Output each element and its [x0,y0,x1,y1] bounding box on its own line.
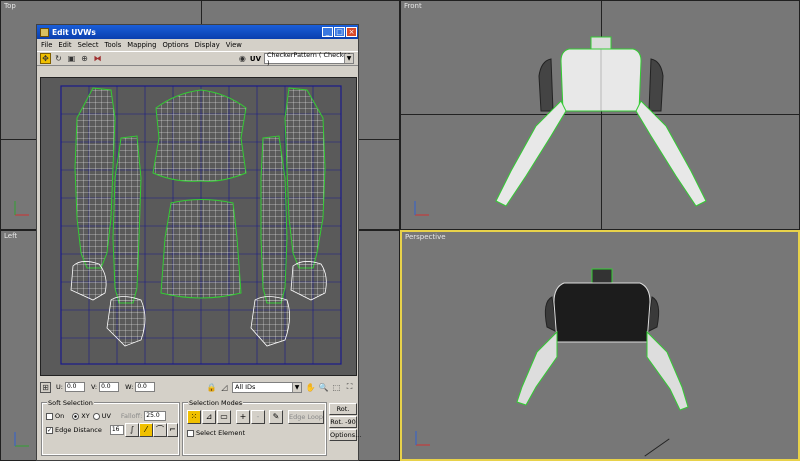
edge-mode-icon[interactable]: ⊿ [202,410,216,424]
move-icon[interactable]: ✥ [40,53,51,64]
falloff-linear-icon[interactable]: ∫ [125,423,139,437]
show-map-icon[interactable]: ◉ [237,53,248,64]
freeform-icon[interactable]: ⊕ [79,53,90,64]
u-value-field[interactable]: 0.0 [64,382,85,392]
xy-label: XY [81,412,90,420]
absolute-offset-icon[interactable]: ⊞ [40,381,51,393]
pan-icon[interactable]: ✋ [305,382,316,393]
texture-dropdown[interactable]: CheckerPattern ( Checker ) ▼ [264,50,354,67]
menu-select[interactable]: Select [78,41,99,49]
menu-display[interactable]: Display [195,41,220,49]
texture-dropdown-value: CheckerPattern ( Checker ) [267,50,350,67]
filter-icon[interactable]: ◿ [219,382,230,393]
falloff-fast-icon[interactable]: ⌐ [167,423,178,437]
options-button[interactable]: Options... [329,429,361,441]
viewport-perspective[interactable]: Perspective [400,230,800,461]
menu-mapping[interactable]: Mapping [127,41,156,49]
uv-radio-label: UV [101,412,111,420]
viewport-left-label[interactable]: Left [4,232,17,240]
chevron-down-icon: ▼ [344,54,353,63]
uv-editor-canvas[interactable] [40,77,357,376]
window-title: Edit UVWs [52,27,96,37]
selection-modes-group: Selection Modes ⁙ ⊿ ▭ + - ✎ Edge Loop Se… [182,399,327,456]
menu-bar: File Edit Select Tools Mapping Options D… [37,39,358,51]
viewport-front[interactable]: Front [400,0,800,230]
minimize-button[interactable]: _ [322,27,333,37]
menu-tools[interactable]: Tools [105,41,122,49]
edit-uvws-window[interactable]: Edit UVWs _ □ × File Edit Select Tools M… [36,24,361,461]
edge-distance-label: Edge Distance [55,426,102,434]
viewport-top-label[interactable]: Top [4,2,16,10]
menu-file[interactable]: File [41,41,52,49]
toolbar: ✥ ↻ ▣ ⊕ ⧓ ◉ UV CheckerPattern ( Checker … [37,50,358,67]
select-element-label: Select Element [196,429,246,437]
uv-layout [60,85,342,365]
mirror-icon[interactable]: ⧓ [92,53,103,64]
transform-bar: ⊞ U: 0.0 V: 0.0 W: 0.0 🔒 ◿ All IDs ▼ ✋ 🔍… [40,379,357,395]
rotate-minus-90-button[interactable]: Rot. -90 [329,416,357,428]
title-bar[interactable]: Edit UVWs _ □ × [37,25,358,39]
axis-gizmo-icon [414,201,429,216]
edge-distance-checkbox[interactable]: ✓ [46,426,53,434]
uv-label: UV [249,54,261,63]
grow-selection-button[interactable]: + [236,410,250,424]
paint-select-icon[interactable]: ✎ [269,410,283,424]
face-mode-icon[interactable]: ▭ [217,410,231,424]
zoom-extents-icon[interactable]: ⛶ [344,382,355,393]
v-label: V: [90,383,98,391]
uv-radio[interactable] [92,412,100,420]
rotate-icon[interactable]: ↻ [53,53,64,64]
maximize-button[interactable]: □ [334,27,345,37]
zoom-region-icon[interactable]: ⬚ [331,382,342,393]
close-button[interactable]: × [346,27,357,37]
axis-gizmo-icon [14,432,29,447]
viewport-perspective-label[interactable]: Perspective [405,233,446,241]
scale-icon[interactable]: ▣ [66,53,77,64]
falloff-smooth-icon[interactable]: ⁄ [139,423,153,437]
soft-selection-on-checkbox[interactable] [46,412,53,420]
menu-edit[interactable]: Edit [58,41,71,49]
select-element-checkbox[interactable] [187,429,194,437]
chevron-down-icon: ▼ [292,382,301,392]
axis-gizmo-icon [14,201,29,216]
edge-distance-field[interactable]: 16 [109,425,124,435]
ids-dropdown[interactable]: All IDs ▼ [232,381,302,393]
v-value-field[interactable]: 0.0 [99,382,120,392]
lock-icon[interactable]: 🔒 [206,382,217,393]
menu-view[interactable]: View [226,41,242,49]
selection-modes-title: Selection Modes [188,399,244,407]
falloff-field[interactable]: 25.0 [144,411,167,421]
ids-dropdown-value: All IDs [235,383,256,391]
shrink-selection-button[interactable]: - [251,410,265,424]
perspective-character-mesh [516,268,689,411]
menu-options[interactable]: Options [162,41,188,49]
soft-selection-on-label: On [55,412,65,420]
w-value-field[interactable]: 0.0 [135,382,156,392]
falloff-slow-icon[interactable]: ⌒ [153,423,167,437]
app-icon [40,27,49,37]
rotate-plus-90-button[interactable]: Rot. +90 [329,403,357,423]
soft-selection-group: Soft Selection On XY UV Falloff: 25.0 ✓ … [41,399,180,456]
xy-radio[interactable] [72,412,80,420]
soft-selection-title: Soft Selection [47,399,94,407]
zoom-icon[interactable]: 🔍 [318,382,329,393]
viewport-front-label[interactable]: Front [404,2,422,10]
u-label: U: [56,383,63,391]
w-label: W: [125,383,134,391]
vertex-mode-icon[interactable]: ⁙ [187,410,201,424]
axis-gizmo-icon [415,431,430,446]
falloff-label: Falloff: [120,412,143,420]
edge-loop-button[interactable]: Edge Loop [288,410,324,424]
front-character-mesh [495,36,707,207]
